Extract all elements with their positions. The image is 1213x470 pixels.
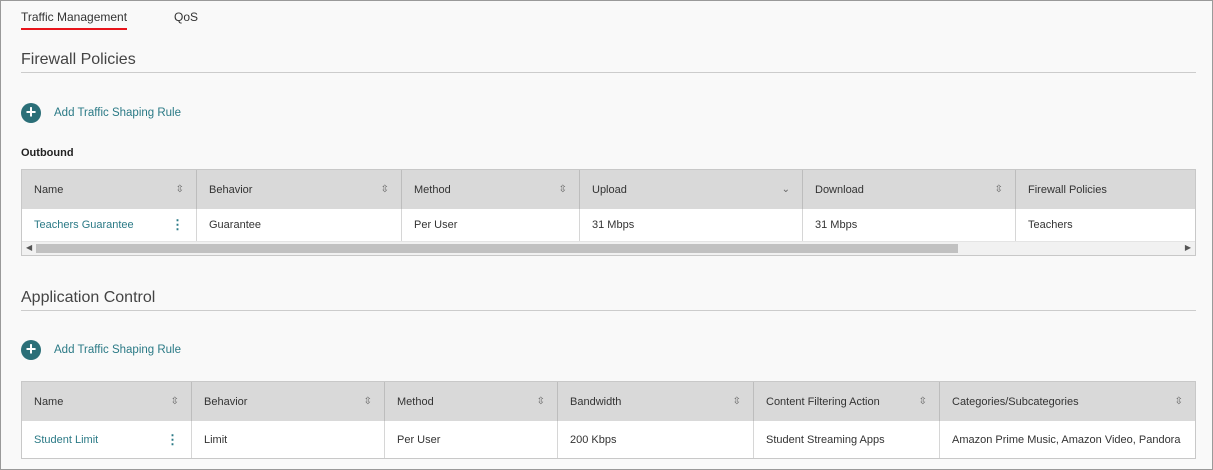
sort-icon[interactable]: ⇳ <box>919 396 927 407</box>
cell-behavior: Guarantee <box>197 209 402 241</box>
column-header-firewall-policies[interactable]: Firewall Policies <box>1016 170 1195 209</box>
column-header-categories[interactable]: Categories/Subcategories ⇳ <box>940 382 1195 421</box>
plus-icon: + <box>21 103 41 123</box>
horizontal-scrollbar[interactable]: ◀ ▶ <box>22 241 1195 255</box>
sort-icon[interactable]: ⇳ <box>995 184 1003 195</box>
table-header: Name ⇳ Behavior ⇳ Method ⇳ Bandwidth ⇳ Conte… <box>22 382 1195 421</box>
sort-icon[interactable]: ⇳ <box>537 396 545 407</box>
header-label: Firewall Policies <box>1028 183 1107 196</box>
cell-method: Per User <box>385 421 558 458</box>
column-header-method[interactable]: Method ⇳ <box>385 382 558 421</box>
rule-name-link[interactable]: Teachers Guarantee <box>34 219 134 231</box>
application-control-heading: Application Control <box>21 289 1196 311</box>
sort-icon[interactable]: ⇳ <box>733 396 741 407</box>
table-row: Student Limit ⋮ Limit Per User 200 Kbps S… <box>22 421 1195 458</box>
cell-content-filtering-action: Student Streaming Apps <box>754 421 940 458</box>
sort-icon[interactable]: ⇳ <box>364 396 372 407</box>
cell-download: 31 Mbps <box>803 209 1016 241</box>
cell-bandwidth: 200 Kbps <box>558 421 754 458</box>
column-header-name[interactable]: Name ⇳ <box>22 170 197 209</box>
sort-icon[interactable]: ⇳ <box>1175 396 1183 407</box>
tab-traffic-management[interactable]: Traffic Management <box>21 10 128 30</box>
header-label: Method <box>397 395 434 408</box>
sort-icon[interactable]: ⇳ <box>176 184 184 195</box>
table-header: Name ⇳ Behavior ⇳ Method ⇳ Upload ⌄ Download… <box>22 170 1195 209</box>
header-label: Categories/Subcategories <box>952 395 1079 408</box>
tab-qos[interactable]: QoS <box>174 10 198 24</box>
cell-name: Student Limit ⋮ <box>22 421 192 458</box>
cell-behavior: Limit <box>192 421 385 458</box>
header-label: Upload <box>592 183 627 196</box>
header-label: Name <box>34 183 64 196</box>
cell-name: Teachers Guarantee ⋮ <box>22 209 197 241</box>
more-options-icon[interactable]: ⋮ <box>166 432 179 448</box>
header-label: Content Filtering Action <box>766 395 880 408</box>
header-label: Bandwidth <box>570 395 622 408</box>
application-control-table: Name ⇳ Behavior ⇳ Method ⇳ Bandwidth ⇳ Conte… <box>21 381 1196 459</box>
column-header-behavior[interactable]: Behavior ⇳ <box>192 382 385 421</box>
cell-upload: 31 Mbps <box>580 209 803 241</box>
add-rule-label: Add Traffic Shaping Rule <box>54 344 182 356</box>
table-row: Teachers Guarantee ⋮ Guarantee Per User 3… <box>22 209 1195 241</box>
sort-icon[interactable]: ⇳ <box>381 184 389 195</box>
outbound-label: Outbound <box>21 147 74 159</box>
add-traffic-shaping-rule-button[interactable]: + Add Traffic Shaping Rule <box>21 103 181 123</box>
header-label: Behavior <box>209 183 253 196</box>
sort-icon[interactable]: ⇳ <box>559 184 567 195</box>
column-header-upload[interactable]: Upload ⌄ <box>580 170 803 209</box>
scrollbar-thumb[interactable] <box>36 244 958 253</box>
header-label: Download <box>815 183 864 196</box>
column-header-behavior[interactable]: Behavior ⇳ <box>197 170 402 209</box>
add-rule-label: Add Traffic Shaping Rule <box>54 107 182 119</box>
column-header-download[interactable]: Download ⇳ <box>803 170 1016 209</box>
sort-icon[interactable]: ⇳ <box>171 396 179 407</box>
column-header-bandwidth[interactable]: Bandwidth ⇳ <box>558 382 754 421</box>
outbound-table: Name ⇳ Behavior ⇳ Method ⇳ Upload ⌄ Download… <box>21 169 1196 256</box>
header-label: Name <box>34 395 64 408</box>
page: Traffic Management QoS Firewall Policies… <box>0 0 1213 470</box>
rule-name-link[interactable]: Student Limit <box>34 434 98 446</box>
chevron-down-icon[interactable]: ⌄ <box>782 184 790 195</box>
scroll-right-icon[interactable]: ▶ <box>1185 243 1191 252</box>
add-traffic-shaping-rule-button-app[interactable]: + Add Traffic Shaping Rule <box>21 340 181 360</box>
cell-firewall-policies: Teachers <box>1028 219 1073 231</box>
plus-icon: + <box>21 340 41 360</box>
header-label: Behavior <box>204 395 248 408</box>
cell-categories: Amazon Prime Music, Amazon Video, Pandor… <box>952 433 1181 446</box>
more-options-icon[interactable]: ⋮ <box>171 217 184 233</box>
column-header-method[interactable]: Method ⇳ <box>402 170 580 209</box>
cell-method: Per User <box>402 209 580 241</box>
header-label: Method <box>414 183 451 196</box>
scroll-left-icon[interactable]: ◀ <box>26 243 32 252</box>
column-header-name[interactable]: Name ⇳ <box>22 382 192 421</box>
column-header-content-filtering-action[interactable]: Content Filtering Action ⇳ <box>754 382 940 421</box>
firewall-policies-heading: Firewall Policies <box>21 51 1196 73</box>
